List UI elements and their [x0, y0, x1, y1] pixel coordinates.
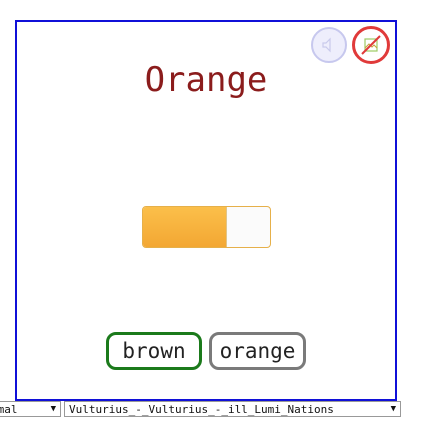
flashcard-frame: Orange brown orange	[15, 20, 397, 401]
mode-select-value: rmal	[0, 402, 18, 416]
voice-select-value: Vulturius_-_Vulturius_-_ill_Lumi_Nations	[69, 402, 334, 416]
dropdown-arrow-icon: ▼	[50, 404, 56, 414]
voice-select[interactable]: Vulturius_-_Vulturius_-_ill_Lumi_Nations…	[64, 401, 401, 417]
speaker-icon	[322, 37, 331, 53]
choice-orange-button[interactable]: orange	[209, 332, 306, 370]
choice-brown-button[interactable]: brown	[106, 332, 202, 370]
dropdown-arrow-icon: ▼	[390, 404, 396, 414]
bottom-toolbar: rmal ▼ Vulturius_-_Vulturius_-_ill_Lumi_…	[0, 401, 430, 417]
word-title: Orange	[144, 60, 268, 100]
no-image-button[interactable]	[352, 26, 390, 64]
color-swatch	[142, 206, 271, 248]
swatch-fill	[143, 207, 227, 247]
sound-button[interactable]	[311, 27, 347, 63]
crossed-image-icon	[361, 35, 381, 55]
mode-select[interactable]: rmal ▼	[0, 401, 61, 417]
